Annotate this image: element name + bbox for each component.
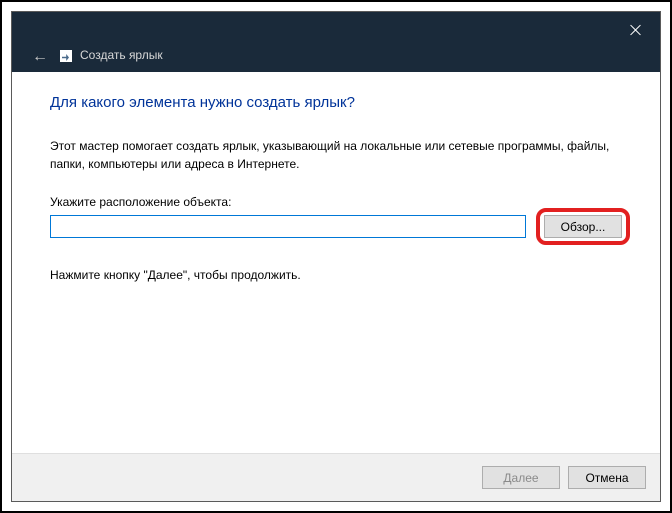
dialog-window: ← Создать ярлык Для какого элемента нужн… [11,11,661,502]
close-icon[interactable] [630,24,642,36]
browse-button-wrap: Обзор... [544,215,622,238]
shortcut-wizard-icon [60,50,72,62]
description: Этот мастер помогает создать ярлык, указ… [50,137,622,173]
cancel-button[interactable]: Отмена [568,466,646,489]
screenshot-frame: ← Создать ярлык Для какого элемента нужн… [0,0,672,513]
dialog-body: Для какого элемента нужно создать ярлык?… [12,72,660,453]
titlebar: ← Создать ярлык [12,12,660,72]
path-label: Укажите расположение объекта: [50,195,622,209]
path-input[interactable] [50,215,526,238]
next-button: Далее [482,466,560,489]
heading: Для какого элемента нужно создать ярлык? [50,94,622,111]
path-input-row: Обзор... [50,215,622,238]
dialog-footer: Далее Отмена [12,453,660,501]
back-arrow-icon[interactable]: ← [32,50,46,64]
instruction-text: Нажмите кнопку "Далее", чтобы продолжить… [50,268,622,282]
window-title: Создать ярлык [80,48,163,62]
browse-button[interactable]: Обзор... [544,215,622,238]
